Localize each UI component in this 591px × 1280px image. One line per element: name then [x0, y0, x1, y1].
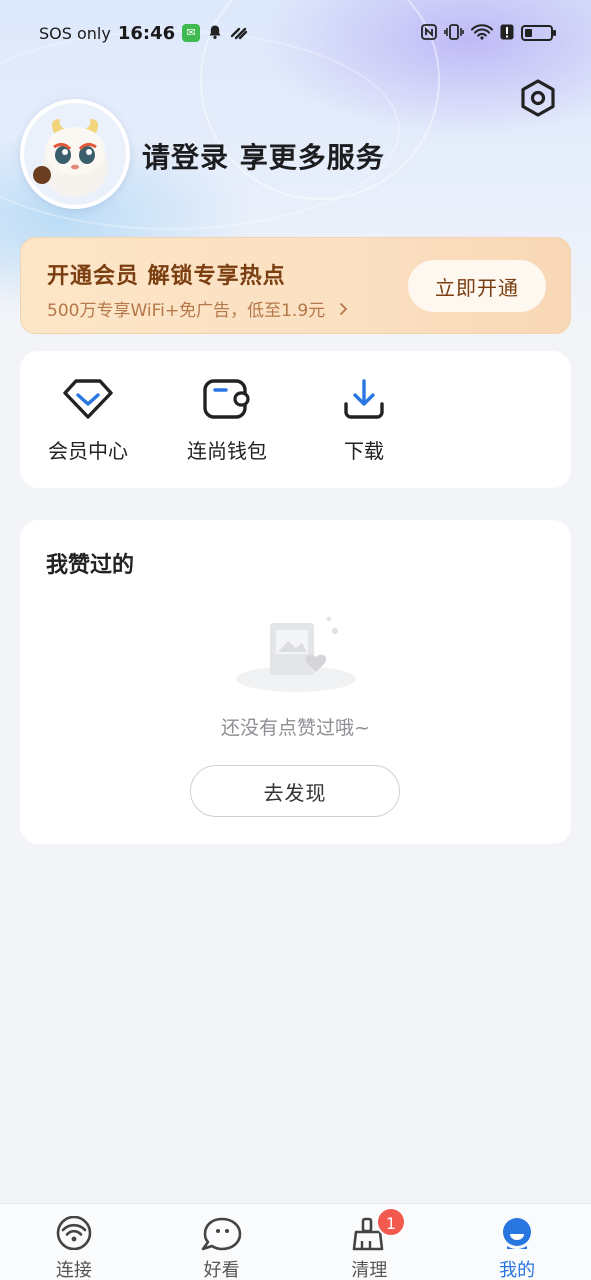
nav-label-clean: 清理 [351, 1260, 388, 1280]
status-bar: SOS only 16:46 ✉ [0, 0, 591, 66]
clock: 16:46 [117, 22, 176, 44]
link-icon [230, 24, 248, 43]
vip-title: 开通会员 解锁专享热点 [47, 264, 286, 289]
bottom-nav: 连接 好看 清理 我的 [0, 1203, 591, 1280]
mascot-avatar-icon [24, 103, 126, 205]
chat-face-icon [201, 1217, 241, 1251]
chevron-right-icon [333, 301, 347, 321]
settings-hexagon-icon [521, 79, 555, 117]
clean-notification-badge: 1 [376, 1207, 406, 1237]
wallet-icon [203, 379, 250, 419]
wifi-icon [56, 1216, 92, 1250]
nav-item-watch[interactable]: 好看 [148, 1204, 296, 1280]
empty-state-text: 还没有点赞过哦~ [221, 717, 370, 739]
nfc-icon [421, 23, 437, 43]
vip-subtitle: 500万专享WiFi+免广告，低至1.9元 [47, 296, 348, 321]
vip-subtitle-text: 500万专享WiFi+免广告，低至1.9元 [47, 301, 326, 321]
wifi-icon [471, 23, 493, 43]
discover-button[interactable]: 去发现 [190, 765, 400, 817]
member-center-label: 会员中心 [48, 439, 128, 463]
empty-image-icon [236, 616, 356, 692]
diamond-icon [63, 379, 113, 419]
member-center-button[interactable]: 会员中心 [28, 351, 148, 488]
avatar[interactable] [20, 99, 130, 209]
nav-item-connect[interactable]: 连接 [0, 1204, 148, 1280]
vibrate-icon [444, 23, 464, 43]
login-prompt[interactable]: 请登录 享更多服务 [142, 136, 385, 176]
wallet-button[interactable]: 连尚钱包 [167, 351, 287, 488]
nav-label-mine: 我的 [499, 1260, 536, 1280]
settings-button[interactable] [516, 76, 560, 120]
bell-icon [207, 24, 223, 43]
liked-title: 我赞过的 [46, 553, 135, 578]
download-label: 下载 [344, 439, 384, 463]
download-button[interactable]: 下载 [304, 351, 424, 488]
quick-actions-card: 会员中心 连尚钱包 下载 [20, 351, 571, 488]
carrier-text: SOS only [39, 23, 111, 43]
nav-item-clean[interactable]: 清理 [296, 1204, 444, 1280]
nav-label-connect: 连接 [55, 1260, 92, 1280]
wechat-icon: ✉ [182, 24, 201, 42]
app-screen: SOS only 16:46 ✉ 请登录 享更多服务 开通会员 解锁专享热点 5… [0, 0, 591, 1280]
wallet-label: 连尚钱包 [187, 439, 267, 463]
download-icon [344, 379, 384, 419]
alert-icon [500, 24, 514, 43]
liked-card: 我赞过的 还没有点赞过哦~ 去发现 [20, 520, 571, 844]
nav-label-watch: 好看 [203, 1260, 240, 1280]
open-vip-button[interactable]: 立即开通 [408, 260, 546, 312]
vip-banner[interactable]: 开通会员 解锁专享热点 500万专享WiFi+免广告，低至1.9元 立即开通 [20, 237, 571, 334]
nav-item-mine[interactable]: 我的 [443, 1204, 591, 1280]
profile-icon [503, 1218, 532, 1249]
battery-icon [521, 25, 556, 41]
